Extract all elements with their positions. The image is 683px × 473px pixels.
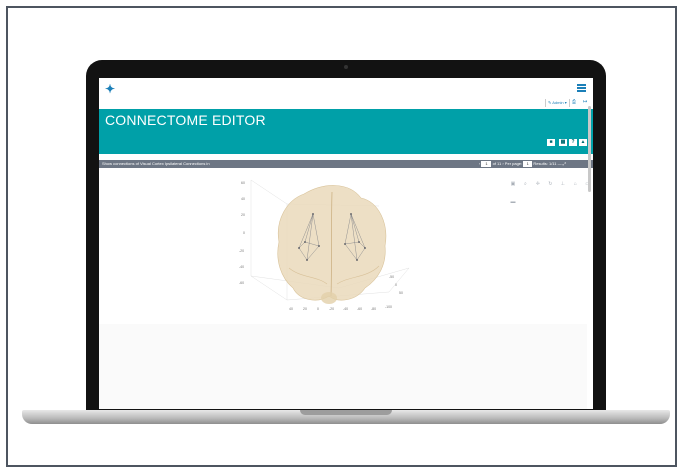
turntable-icon[interactable]: ⊥ bbox=[560, 181, 566, 187]
y-tick: -80 bbox=[371, 307, 376, 311]
y-tick: -60 bbox=[357, 307, 362, 311]
laptop-lid: ✦ ✎ Admin ▾ ⎙ ↦ CONNECTOME EDITOR ■ ▦ ? … bbox=[86, 60, 606, 417]
y-tick: 20 bbox=[303, 307, 307, 311]
x-tick: 0 bbox=[395, 283, 397, 287]
laptop-screen: ✦ ✎ Admin ▾ ⎙ ↦ CONNECTOME EDITOR ■ ▦ ? … bbox=[99, 78, 593, 409]
hamburger-menu-icon[interactable] bbox=[577, 84, 586, 92]
y-tick: -100 bbox=[385, 305, 392, 309]
header-banner: CONNECTOME EDITOR ■ ▦ ? ▲ bbox=[99, 109, 593, 154]
z-axis-ticks: 60 40 20 0 -20 -40 -60 bbox=[239, 181, 245, 285]
plotly-logo-icon[interactable]: ▬ bbox=[510, 199, 516, 205]
x-tick: 50 bbox=[399, 291, 403, 295]
rotate-icon[interactable]: ↻ bbox=[547, 181, 553, 187]
z-tick: 40 bbox=[241, 197, 245, 201]
app-topbar: ✦ ✎ Admin ▾ ⎙ ↦ bbox=[99, 78, 593, 107]
per-page-label: Per page: bbox=[504, 161, 523, 166]
prev-page-button[interactable]: ‹ bbox=[479, 160, 480, 168]
z-tick: -20 bbox=[239, 249, 244, 253]
pager: ‹ 1 of 11 › Per page: 1 Results: 1/11 — … bbox=[479, 160, 566, 168]
z-tick: 0 bbox=[243, 231, 245, 235]
square-icon[interactable]: ■ bbox=[547, 139, 555, 146]
content-lower-area bbox=[99, 324, 587, 409]
scrollbar[interactable] bbox=[588, 106, 591, 192]
per-page-input[interactable]: 1 bbox=[523, 161, 533, 167]
y-tick: -20 bbox=[329, 307, 334, 311]
user-icon[interactable]: ▲ bbox=[579, 139, 587, 146]
y-tick: -40 bbox=[343, 307, 348, 311]
plot-modebar: ▣ ⌕ ✛ ↻ ⊥ ⌂ ▭ ▬ bbox=[510, 172, 593, 205]
y-tick: 40 bbox=[289, 307, 293, 311]
next-page-button[interactable]: › bbox=[502, 160, 503, 168]
help-icon[interactable]: ? bbox=[569, 139, 577, 146]
laptop-base-notch bbox=[300, 410, 392, 415]
logout-icon[interactable]: ↦ bbox=[583, 100, 589, 105]
page-number-input[interactable]: 1 bbox=[481, 161, 492, 167]
results-count: Results: 1/11 bbox=[533, 161, 557, 166]
expand-icon[interactable]: ⤢ bbox=[563, 160, 566, 168]
home-icon[interactable]: ⌂ bbox=[572, 181, 578, 187]
zoom-icon[interactable]: ⌕ bbox=[522, 181, 528, 187]
pan-icon[interactable]: ✛ bbox=[535, 181, 541, 187]
admin-dropdown-button[interactable]: ✎ Admin ▾ bbox=[545, 99, 570, 107]
print-icon[interactable]: ⎙ bbox=[572, 100, 578, 105]
app-logo-icon[interactable]: ✦ bbox=[105, 83, 118, 96]
results-toolbar: Show connections of Visual Cortex Ipsila… bbox=[99, 160, 593, 168]
brain-3d-plot[interactable]: 60 40 20 0 -20 -40 -60 -50 0 50 40 20 0 … bbox=[229, 176, 429, 321]
camera-icon bbox=[344, 65, 348, 69]
grid-icon[interactable]: ▦ bbox=[559, 139, 567, 146]
brain-mesh bbox=[277, 185, 387, 304]
y-axis-ticks: 40 20 0 -20 -40 -60 -80 -100 bbox=[289, 305, 392, 311]
camera-icon[interactable]: ▣ bbox=[510, 181, 516, 187]
z-tick: 20 bbox=[241, 213, 245, 217]
collapse-button[interactable]: — bbox=[558, 160, 562, 168]
page-count: of 11 bbox=[492, 161, 502, 166]
y-tick: 0 bbox=[317, 307, 319, 311]
laptop-base bbox=[22, 410, 670, 424]
z-tick: -60 bbox=[239, 281, 244, 285]
page-title: CONNECTOME EDITOR bbox=[105, 112, 266, 128]
x-tick: -50 bbox=[389, 275, 394, 279]
z-tick: 60 bbox=[241, 181, 245, 185]
z-tick: -40 bbox=[239, 265, 244, 269]
connections-label: Show connections of Visual Cortex Ipsila… bbox=[102, 161, 210, 166]
